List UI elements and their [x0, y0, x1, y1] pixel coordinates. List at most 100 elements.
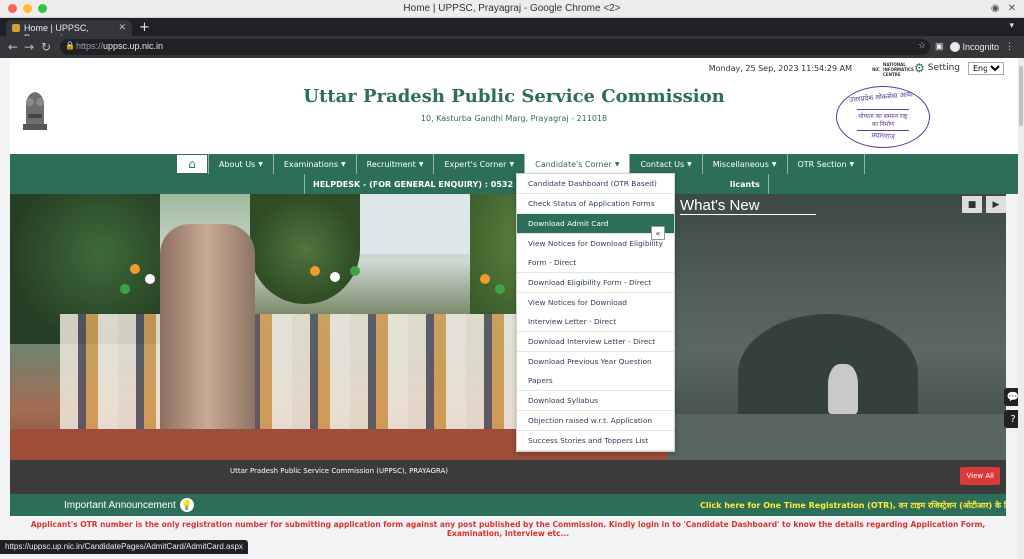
favicon-icon	[12, 24, 20, 32]
side-panel-icon[interactable]: ▣	[935, 41, 944, 52]
chrome-logo-icon: ◉	[990, 3, 1000, 14]
caret-down-icon: ▼	[418, 160, 424, 168]
nav-home-button[interactable]: ⌂	[176, 154, 208, 174]
dd-download-syllabus[interactable]: Download Syllabus	[517, 391, 674, 411]
home-icon: ⌂	[188, 157, 196, 171]
forward-icon[interactable]: →	[24, 40, 34, 54]
incognito-icon	[949, 41, 960, 52]
commission-seal: उत्तरप्रदेश लोकसेवा आयोग योग्यता का सम्म…	[836, 86, 930, 148]
dd-download-interview[interactable]: Download Interview Letter - Direct	[517, 332, 674, 352]
view-all-button[interactable]: View All	[960, 467, 1000, 485]
dd-previous-year-papers[interactable]: Download Previous Year Question Papers	[517, 352, 674, 391]
url-host: uppsc.up.nic.in	[103, 41, 164, 51]
window-close-icon[interactable]: ✕	[1008, 3, 1016, 14]
web-page: Monday, 25 Sep, 2023 11:54:29 AM NIC NAT…	[0, 58, 1024, 559]
main-navigation: ⌂ About Us ▼ Examinations ▼ Recruitment ▼ E…	[10, 154, 1018, 194]
play-icon[interactable]: ▶	[986, 196, 1006, 213]
candidates-corner-dropdown: Candidate Dashboard (OTR Based) Check St…	[516, 173, 675, 452]
setting-label: Setting	[927, 63, 960, 73]
balloon-orange	[130, 264, 140, 274]
announcement-bar: Important Announcement 💡 Click here for …	[10, 494, 1006, 516]
announcement-label: Important Announcement 💡	[64, 498, 194, 512]
caret-down-icon: ▼	[509, 160, 515, 168]
caret-down-icon: ▼	[771, 160, 777, 168]
announcement-ticker[interactable]: Click here for One Time Registration (OT…	[700, 500, 1006, 511]
back-icon[interactable]: ←	[8, 40, 18, 54]
browser-tab[interactable]: Home | UPPSC, Prayagraj ✕	[6, 20, 132, 43]
lion-capital-statue	[160, 224, 255, 460]
page-scrollbar[interactable]	[1018, 58, 1024, 559]
stop-icon[interactable]: ■	[962, 196, 982, 213]
background-wall	[668, 414, 1006, 460]
current-datetime: Monday, 25 Sep, 2023 11:54:29 AM	[708, 64, 852, 73]
dd-download-eligibility[interactable]: Download Eligibility Form - Direct	[517, 273, 674, 293]
collapse-icon[interactable]: «	[651, 226, 665, 240]
dd-candidate-dashboard[interactable]: Candidate Dashboard (OTR Based)	[517, 174, 674, 194]
balloon-orange	[480, 274, 490, 284]
lock-icon: 🔒	[65, 41, 75, 50]
slide-tree	[250, 194, 360, 304]
tab-strip: Home | UPPSC, Prayagraj ✕ + ▾	[0, 18, 1024, 43]
dd-view-notices-interview[interactable]: View Notices for Download Interview Lett…	[517, 293, 674, 332]
whats-new-panel: What's New ■ ▶	[668, 194, 1006, 460]
address-bar[interactable]: 🔒 https://uppsc.up.nic.in ☆	[60, 39, 930, 55]
bulb-icon: 💡	[179, 498, 194, 512]
nav-label: OTR Section	[797, 159, 847, 169]
caret-down-icon: ▼	[258, 160, 263, 168]
nic-logo-text: NIC	[872, 67, 880, 72]
nav-otr-section[interactable]: OTR Section ▼	[786, 154, 866, 174]
balloon-white	[145, 274, 155, 284]
toolbar: ← → ↻ 🔒 https://uppsc.up.nic.in ☆ ▣ Inco…	[0, 36, 1024, 58]
whats-new-title: What's New	[680, 197, 816, 215]
dd-objection-raised[interactable]: Objection raised w.r.t. Application	[517, 411, 674, 431]
menu-kebab-icon[interactable]: ⋮	[1005, 41, 1014, 52]
caret-down-icon: ▼	[341, 160, 346, 168]
balloon-green	[495, 284, 505, 294]
nic-logo-subtext: NATIONAL INFORMATICS CENTRE	[883, 62, 914, 77]
seal-motto: योग्यता का सम्मान राष्ट्र का निर्माण	[857, 109, 909, 131]
setting-button[interactable]: ⚙ Setting	[914, 61, 960, 75]
dd-success-stories[interactable]: Success Stories and Toppers List	[517, 431, 674, 451]
scrollbar-thumb[interactable]	[1019, 66, 1023, 126]
balloon-orange	[310, 266, 320, 276]
new-tab-icon[interactable]: +	[139, 20, 150, 35]
window-titlebar: Home | UPPSC, Prayagraj - Google Chrome …	[0, 0, 1024, 18]
language-select[interactable]: English	[968, 62, 1004, 75]
nav-candidates-corner[interactable]: Candidate's Corner ▼	[524, 154, 630, 174]
tab-search-icon[interactable]: ▾	[1009, 21, 1014, 31]
background-statue	[828, 364, 858, 414]
caret-down-icon: ▼	[687, 160, 692, 168]
incognito-label: Incognito	[962, 41, 1000, 52]
slider-caption: Uttar Pradesh Public Service Commission …	[10, 460, 668, 494]
nav-about-us[interactable]: About Us ▼	[208, 154, 273, 174]
whats-new-controls: ■ ▶	[962, 196, 1006, 213]
nic-logo[interactable]: NIC NATIONAL INFORMATICS CENTRE	[872, 62, 914, 77]
bookmark-star-icon[interactable]: ☆	[918, 40, 926, 51]
site-header: Uttar Pradesh Public Service Commission …	[10, 80, 1018, 154]
reload-icon[interactable]: ↻	[41, 40, 51, 54]
seal-bottom-text: प्रयागराज	[870, 131, 896, 141]
whats-new-footer: View All	[668, 460, 1006, 494]
nav-experts-corner[interactable]: Expert's Corner ▼	[433, 154, 524, 174]
nav-label: Contact Us	[640, 159, 685, 169]
balloon-green	[350, 266, 360, 276]
nav-examinations[interactable]: Examinations ▼	[272, 154, 356, 174]
caret-down-icon: ▼	[849, 160, 855, 168]
tab-close-icon[interactable]: ✕	[118, 22, 126, 33]
balloon-green	[120, 284, 130, 294]
nav-label: Examinations	[283, 159, 339, 169]
utility-bar: Monday, 25 Sep, 2023 11:54:29 AM NIC NAT…	[10, 58, 1018, 80]
nav-menu: ⌂ About Us ▼ Examinations ▼ Recruitment ▼ E…	[176, 154, 866, 174]
announcement-label-text: Important Announcement	[64, 499, 176, 511]
nav-label: Candidate's Corner	[535, 159, 612, 169]
nav-miscellaneous[interactable]: Miscellaneous ▼	[701, 154, 787, 174]
gear-icon: ⚙	[914, 61, 925, 75]
nav-recruitment[interactable]: Recruitment ▼	[355, 154, 434, 174]
incognito-indicator[interactable]: Incognito	[949, 41, 1000, 52]
dd-check-status[interactable]: Check Status of Application Forms	[517, 194, 674, 214]
otr-notice: Applicant's OTR number is the only regis…	[30, 520, 986, 538]
nav-contact-us[interactable]: Contact Us ▼	[629, 154, 701, 174]
url-scheme: https://	[76, 41, 104, 51]
seal-top-text: उत्तरप्रदेश लोकसेवा आयोग	[848, 90, 918, 104]
nav-label: Miscellaneous	[712, 159, 769, 169]
